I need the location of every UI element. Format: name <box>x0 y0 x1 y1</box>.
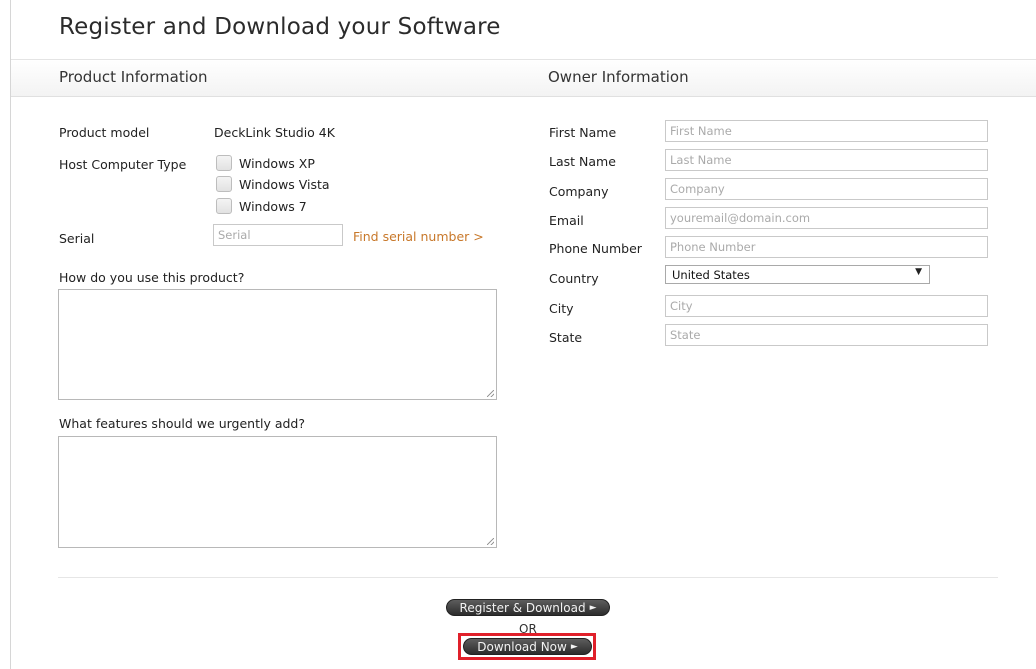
product-model-label: Product model <box>59 125 150 140</box>
usage-textarea[interactable] <box>58 289 497 400</box>
company-input[interactable] <box>665 178 988 200</box>
checkbox-label: Windows XP <box>239 155 315 171</box>
checkbox-windows-vista[interactable] <box>216 176 232 192</box>
checkbox-windows-7[interactable] <box>216 198 232 214</box>
page-left-border <box>10 0 11 669</box>
phone-number-label: Phone Number <box>549 241 642 256</box>
register-button-label: Register & Download <box>459 600 586 615</box>
product-model-value: DeckLink Studio 4K <box>214 125 335 140</box>
country-select[interactable]: United States ▼ <box>665 265 930 284</box>
host-option-windows-xp[interactable]: Windows XP <box>216 154 315 172</box>
features-textarea[interactable] <box>58 436 497 548</box>
product-information-heading: Product Information <box>59 68 208 86</box>
features-question-label: What features should we urgently add? <box>59 416 306 431</box>
page-title: Register and Download your Software <box>59 14 501 40</box>
register-and-download-button[interactable]: Register & Download ► <box>446 599 610 616</box>
host-option-windows-vista[interactable]: Windows Vista <box>216 175 330 193</box>
city-label: City <box>549 301 574 316</box>
country-selected-value: United States <box>672 268 750 282</box>
serial-input[interactable] <box>213 224 343 246</box>
find-serial-number-link[interactable]: Find serial number > <box>353 229 484 244</box>
usage-question-label: How do you use this product? <box>59 270 245 285</box>
state-input[interactable] <box>665 324 988 346</box>
download-highlight-box <box>458 633 596 660</box>
first-name-input[interactable] <box>665 120 988 142</box>
footer-divider <box>58 577 998 578</box>
company-label: Company <box>549 184 609 199</box>
checkbox-windows-xp[interactable] <box>216 155 232 171</box>
host-computer-type-label: Host Computer Type <box>59 157 187 172</box>
checkbox-label: Windows Vista <box>239 176 330 192</box>
resize-handle-icon[interactable] <box>487 390 494 397</box>
dropdown-arrow-icon: ▼ <box>915 267 922 277</box>
first-name-label: First Name <box>549 125 617 140</box>
phone-number-input[interactable] <box>665 236 988 258</box>
serial-label: Serial <box>59 231 95 246</box>
email-input[interactable] <box>665 207 988 229</box>
last-name-label: Last Name <box>549 154 616 169</box>
state-label: State <box>549 330 583 345</box>
country-label: Country <box>549 271 599 286</box>
email-label: Email <box>549 213 584 228</box>
checkbox-label: Windows 7 <box>239 198 307 214</box>
city-input[interactable] <box>665 295 988 317</box>
resize-handle-icon[interactable] <box>487 538 494 545</box>
last-name-input[interactable] <box>665 149 988 171</box>
host-option-windows-7[interactable]: Windows 7 <box>216 197 307 215</box>
owner-information-heading: Owner Information <box>548 68 689 86</box>
play-arrow-icon: ► <box>589 602 597 613</box>
